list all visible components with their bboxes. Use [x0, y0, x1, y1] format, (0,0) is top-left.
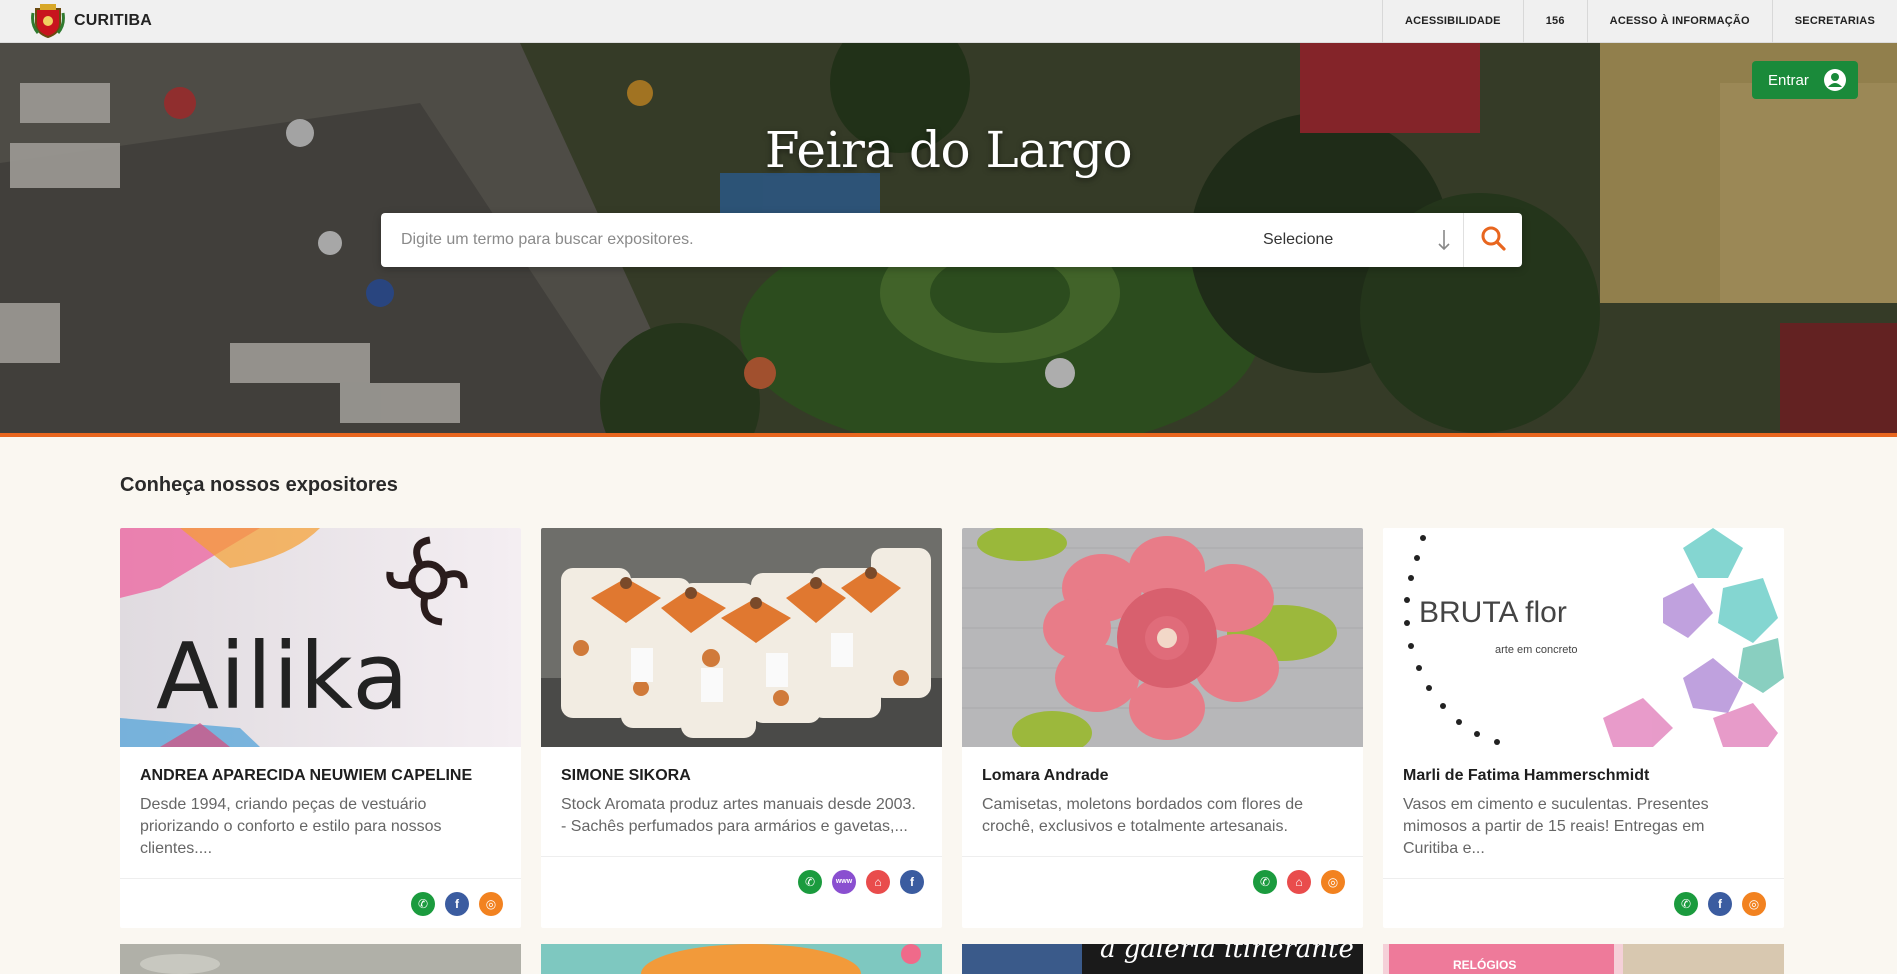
card-body: ANDREA APARECIDA NEUWIEM CAPELINE Desde …: [120, 747, 521, 875]
exhibitor-name: ANDREA APARECIDA NEUWIEM CAPELINE: [140, 767, 473, 784]
exhibitor-card-partial[interactable]: a galeria itinerante: [962, 944, 1363, 974]
search-button[interactable]: [1463, 213, 1522, 267]
curitiba-crest-icon: [28, 2, 68, 40]
exhibitor-description: Vasos em cimento e suculentas. Presentes…: [1403, 796, 1709, 857]
login-button[interactable]: Entrar: [1752, 61, 1858, 99]
shop-icon[interactable]: ⌂: [866, 869, 890, 894]
search-bar: Selecione: [381, 213, 1522, 267]
category-select-label: Selecione: [1263, 231, 1334, 248]
whatsapp-icon[interactable]: ✆: [411, 891, 435, 916]
exhibitor-name: Lomara Andrade: [982, 767, 1109, 784]
card-social-links: ✆ f ◎: [120, 878, 521, 928]
card-social-links: ✆ f ◎: [1383, 878, 1784, 928]
exhibitor-name: Marli de Fatima Hammerschmidt: [1403, 767, 1650, 784]
whatsapp-icon[interactable]: ✆: [1253, 869, 1277, 894]
exhibitor-description: Camisetas, moletons bordados com flores …: [982, 796, 1304, 835]
search-input[interactable]: [381, 213, 1263, 267]
search-icon: [1480, 225, 1506, 256]
page-title: Feira do Largo: [764, 121, 1133, 179]
hero-banner: Entrar Feira do Largo Selecione: [0, 43, 1897, 437]
brand-logo-link[interactable]: CURITIBA: [28, 0, 152, 43]
nav-secretarias[interactable]: SECRETARIAS: [1771, 0, 1897, 43]
card-social-links: ✆ www ⌂ f: [541, 856, 942, 906]
exhibitor-image: [541, 528, 942, 747]
instagram-icon[interactable]: ◎: [1742, 891, 1766, 916]
exhibitor-image-text: BRUTA flor: [1419, 596, 1567, 629]
category-select[interactable]: Selecione: [1263, 213, 1463, 267]
section-title: Conheça nossos expositores: [120, 474, 398, 496]
instagram-icon[interactable]: ◎: [479, 891, 503, 916]
arrow-down-icon: [1437, 229, 1451, 256]
exhibitor-card[interactable]: Lomara Andrade Camisetas, moletons borda…: [962, 528, 1363, 928]
exhibitor-card-partial[interactable]: RELÓGIOS: [1383, 944, 1784, 974]
exhibitor-card[interactable]: SIMONE SIKORA Stock Aromata produz artes…: [541, 528, 942, 928]
facebook-icon[interactable]: f: [445, 891, 469, 916]
nav-acessibilidade[interactable]: ACESSIBILIDADE: [1382, 0, 1523, 43]
exhibitor-description: Stock Aromata produz artes manuais desde…: [561, 796, 916, 835]
exhibitor-card[interactable]: BRUTA flor arte em concreto Marli de Fat…: [1383, 528, 1784, 928]
user-icon: [1824, 69, 1846, 95]
exhibitor-image: Ailika: [120, 528, 521, 747]
exhibitor-image: BRUTA flor arte em concreto: [1383, 528, 1784, 747]
brand-name: CURITIBA: [74, 12, 153, 29]
exhibitor-image-subtext: arte em concreto: [1495, 644, 1578, 656]
whatsapp-icon[interactable]: ✆: [798, 869, 822, 894]
exhibitor-name: SIMONE SIKORA: [561, 767, 691, 784]
nav-acesso-informacao[interactable]: ACESSO À INFORMAÇÃO: [1586, 0, 1772, 43]
card-social-links: ✆ ⌂ ◎: [962, 856, 1363, 906]
shop-icon[interactable]: ⌂: [1287, 869, 1311, 894]
top-nav: ACESSIBILIDADE 156 ACESSO À INFORMAÇÃO S…: [1382, 0, 1897, 43]
exhibitor-card-partial[interactable]: [541, 944, 942, 974]
whatsapp-icon[interactable]: ✆: [1674, 891, 1698, 916]
exhibitor-image-text: a galeria itinerante: [1100, 944, 1354, 964]
nav-156[interactable]: 156: [1522, 0, 1587, 43]
website-icon[interactable]: www: [832, 869, 856, 894]
exhibitor-image-text: Ailika: [156, 623, 410, 730]
exhibitor-image: [962, 528, 1363, 747]
exhibitor-image-text: RELÓGIOS: [1453, 958, 1517, 972]
top-bar: CURITIBA ACESSIBILIDADE 156 ACESSO À INF…: [0, 0, 1897, 43]
exhibitor-description: Desde 1994, criando peças de vestuário p…: [140, 796, 442, 857]
exhibitor-card-partial[interactable]: [120, 944, 521, 974]
card-body: Marli de Fatima Hammerschmidt Vasos em c…: [1383, 747, 1784, 875]
facebook-icon[interactable]: f: [900, 869, 924, 894]
instagram-icon[interactable]: ◎: [1321, 869, 1345, 894]
exhibitor-card[interactable]: Ailika ANDREA APARECIDA NEUWIEM CAPELINE…: [120, 528, 521, 928]
facebook-icon[interactable]: f: [1708, 891, 1732, 916]
login-label: Entrar: [1768, 71, 1809, 89]
